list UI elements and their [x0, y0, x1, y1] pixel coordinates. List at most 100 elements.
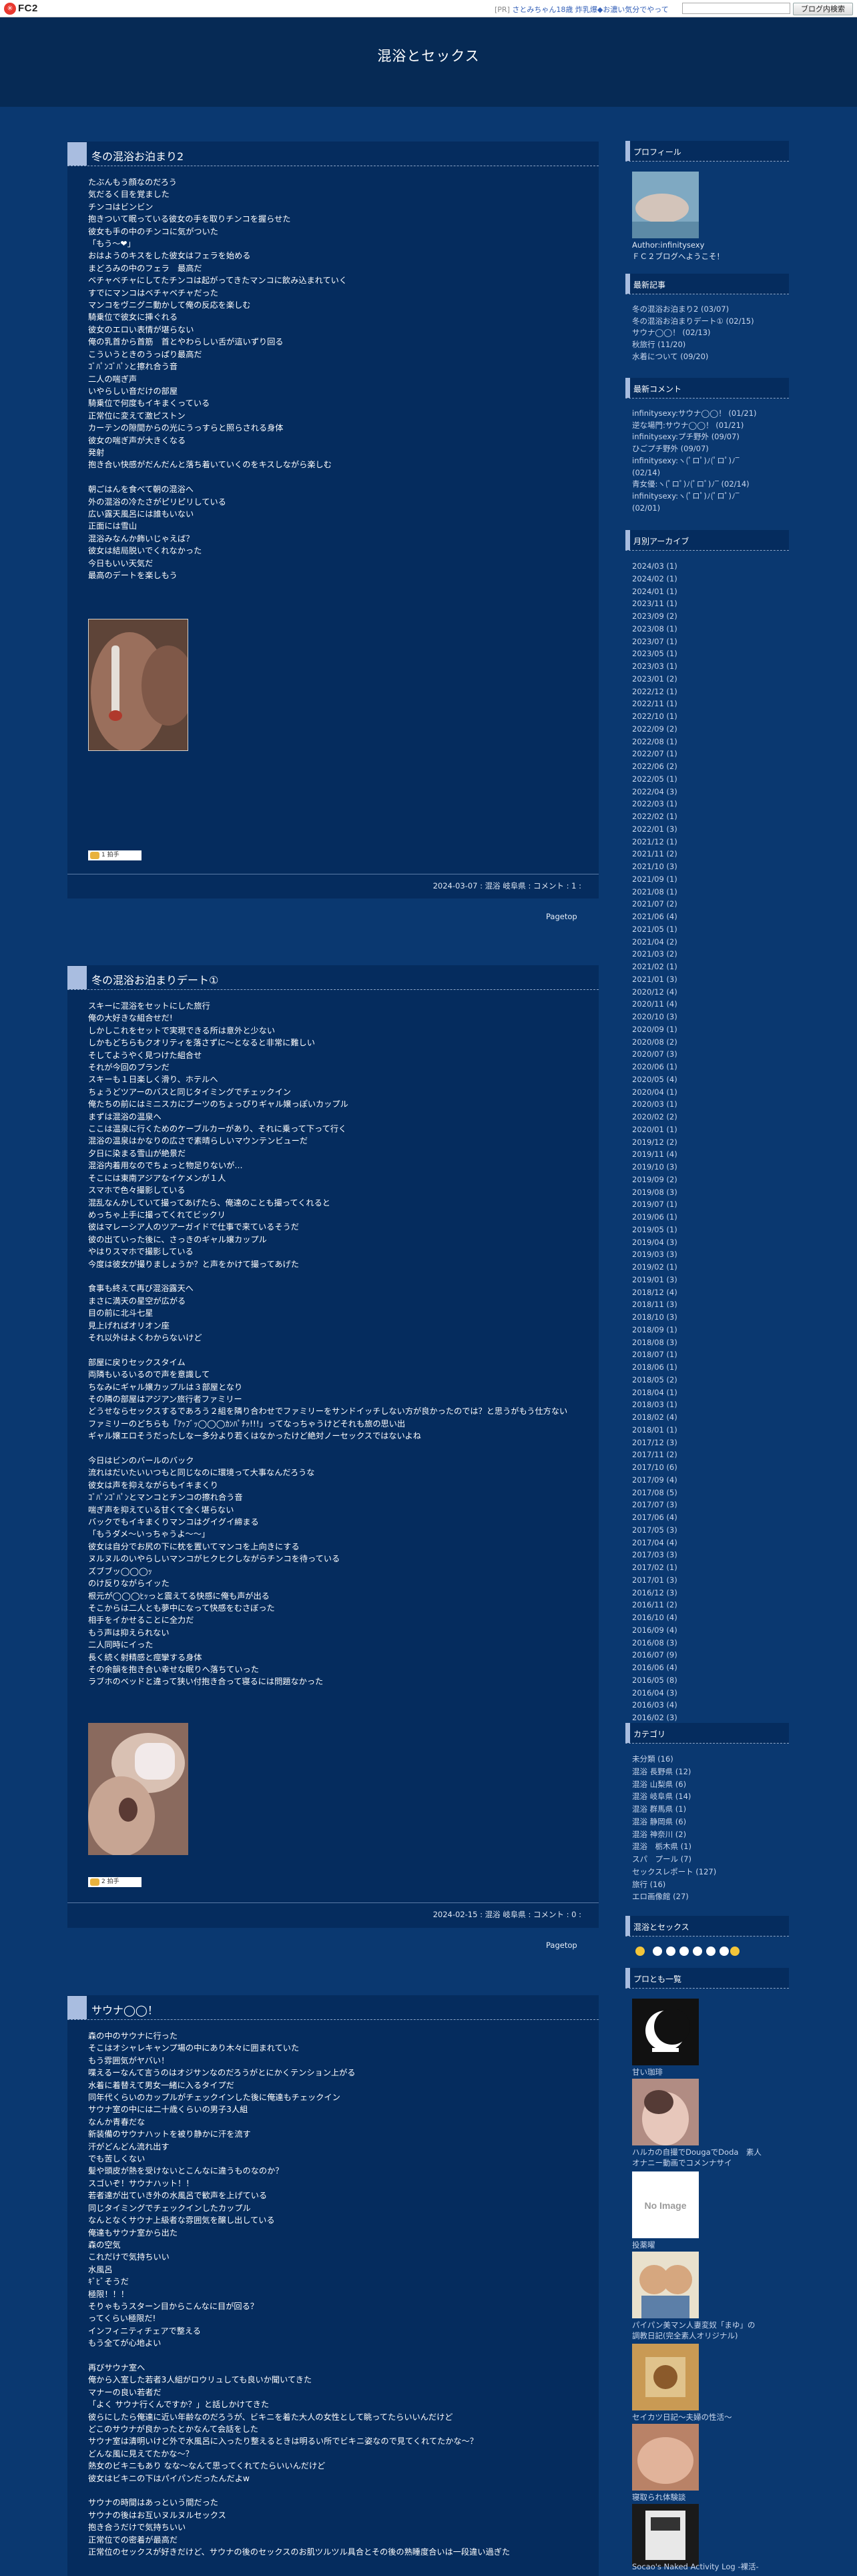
archive-month-link[interactable]: 2016/12 (3) — [632, 1587, 677, 1599]
entry-photo[interactable] — [88, 1723, 188, 1855]
archive-month-link[interactable]: 2022/12 (1) — [632, 686, 677, 698]
pagetop-link[interactable]: Pagetop — [546, 912, 577, 921]
archive-month-link[interactable]: 2016/05 (8) — [632, 1674, 677, 1687]
archive-month-link[interactable]: 2022/08 (1) — [632, 736, 677, 748]
category-link[interactable]: 混浴 岐阜県 (14) — [632, 1790, 716, 1803]
archive-month-link[interactable]: 2024/01 (1) — [632, 585, 677, 598]
recent-post-link[interactable]: 冬の混浴お泊まりデート① (02/15) — [632, 316, 754, 328]
entry-title[interactable]: 冬の混浴お泊まりデート① — [91, 971, 218, 987]
archive-month-link[interactable]: 2018/09 (1) — [632, 1324, 677, 1336]
archive-month-link[interactable]: 2018/07 (1) — [632, 1348, 677, 1361]
recent-post-link[interactable]: 水着について (09/20) — [632, 351, 754, 363]
archive-month-link[interactable]: 2022/01 (3) — [632, 823, 677, 836]
entry-title[interactable]: 冬の混浴お泊まり2 — [91, 148, 184, 164]
archive-month-link[interactable]: 2023/08 (1) — [632, 623, 677, 635]
fc2-logo[interactable]: ✳ FC2 — [4, 2, 38, 15]
recent-comment-link[interactable]: infinitysexy:ヽ(ﾟロﾟ)ﾉ(ﾟロﾟ)ﾉ‾ — [632, 491, 757, 503]
archive-month-link[interactable]: 2020/02 (2) — [632, 1111, 677, 1123]
archive-month-link[interactable]: 2016/06 (4) — [632, 1661, 677, 1674]
archive-month-link[interactable]: 2016/10 (4) — [632, 1611, 677, 1624]
archive-month-link[interactable]: 2021/11 (2) — [632, 848, 677, 860]
archive-month-link[interactable]: 2020/06 (1) — [632, 1061, 677, 1073]
recent-post-link[interactable]: 冬の混浴お泊まり2 (03/07) — [632, 304, 754, 316]
category-link[interactable]: スパ プール (7) — [632, 1853, 716, 1866]
archive-month-link[interactable]: 2023/03 (1) — [632, 660, 677, 673]
archive-month-link[interactable]: 2018/05 (2) — [632, 1374, 677, 1386]
fc2-pr-link[interactable]: [PR] さとみちゃん18歳 炸乳爆◆お濃い気分でやって — [495, 4, 669, 15]
archive-month-link[interactable]: 2022/03 (1) — [632, 798, 677, 810]
archive-month-link[interactable]: 2017/07 (3) — [632, 1499, 677, 1511]
archive-month-link[interactable]: 2018/11 (3) — [632, 1298, 677, 1311]
archive-month-link[interactable]: 2017/10 (6) — [632, 1461, 677, 1474]
category-link[interactable]: エロ画像館 (27) — [632, 1890, 716, 1903]
category-link[interactable]: 旅行 (16) — [632, 1878, 716, 1891]
archive-month-link[interactable]: 2023/01 (2) — [632, 673, 677, 686]
archive-month-link[interactable]: 2022/10 (1) — [632, 710, 677, 723]
blog-title[interactable]: 混浴とセックス — [0, 45, 857, 65]
friend-name-link[interactable]: 寝取られ体験談 — [632, 2492, 686, 2503]
recent-comment-link[interactable]: infinitysexy:ヽ(ﾟロﾟ)ﾉ(ﾟロﾟ)ﾉ‾ — [632, 455, 757, 467]
archive-month-link[interactable]: 2019/11 (4) — [632, 1148, 677, 1161]
recent-comment-link[interactable]: 青女優:ヽ(ﾟロﾟ)ﾉ(ﾟロﾟ)ﾉ‾ (02/14) — [632, 479, 757, 491]
archive-month-link[interactable]: 2019/01 (3) — [632, 1274, 677, 1286]
archive-month-link[interactable]: 2024/03 (1) — [632, 560, 677, 573]
archive-month-link[interactable]: 2017/01 (3) — [632, 1574, 677, 1587]
archive-month-link[interactable]: 2017/04 (4) — [632, 1537, 677, 1549]
archive-month-link[interactable]: 2020/05 (4) — [632, 1073, 677, 1086]
archive-month-link[interactable]: 2022/11 (1) — [632, 698, 677, 710]
archive-month-link[interactable]: 2023/05 (1) — [632, 648, 677, 660]
archive-month-link[interactable]: 2016/09 (4) — [632, 1624, 677, 1637]
category-link[interactable]: 未分類 (16) — [632, 1753, 716, 1766]
archive-month-link[interactable]: 2021/06 (4) — [632, 911, 677, 923]
friend-name-link[interactable]: パイパン美マン人妻変奴「まゆ」の — [632, 2320, 755, 2330]
archive-month-link[interactable]: 2022/02 (1) — [632, 810, 677, 823]
archive-month-link[interactable]: 2019/03 (3) — [632, 1248, 677, 1261]
friend-name-link[interactable]: Socao's Naked Activity Log -裸活- — [632, 2561, 759, 2572]
archive-month-link[interactable]: 2019/06 (1) — [632, 1211, 677, 1224]
archive-month-link[interactable]: 2018/12 (4) — [632, 1286, 677, 1299]
friend-avatar[interactable] — [632, 2424, 699, 2491]
category-link[interactable]: 混浴 栃木県 (1) — [632, 1840, 716, 1853]
blog-search-input[interactable] — [682, 3, 790, 14]
friend-name-link[interactable]: オナニー動画でコメンナサイ — [632, 2157, 732, 2168]
friend-name-link[interactable]: 甘い珈琲 — [632, 2067, 663, 2077]
archive-month-link[interactable]: 2018/10 (3) — [632, 1311, 677, 1324]
archive-month-link[interactable]: 2017/11 (2) — [632, 1449, 677, 1461]
archive-month-link[interactable]: 2020/09 (1) — [632, 1023, 677, 1036]
category-link[interactable]: 混浴 長野県 (12) — [632, 1766, 716, 1778]
archive-month-link[interactable]: 2017/03 (3) — [632, 1549, 677, 1561]
recent-comment-link[interactable]: 逆な場門:サウナ◯◯！ (01/21) — [632, 420, 757, 432]
archive-month-link[interactable]: 2017/09 (4) — [632, 1474, 677, 1487]
friend-name-link[interactable]: 投薬曜 — [632, 2240, 655, 2250]
archive-month-link[interactable]: 2023/11 (1) — [632, 597, 677, 610]
archive-month-link[interactable]: 2018/08 (3) — [632, 1336, 677, 1349]
archive-month-link[interactable]: 2021/01 (3) — [632, 973, 677, 986]
recent-comment-link[interactable]: infinitysexy:プチ野外 (09/07) — [632, 431, 757, 443]
archive-month-link[interactable]: 2020/01 (1) — [632, 1123, 677, 1136]
archive-month-link[interactable]: 2019/04 (3) — [632, 1236, 677, 1249]
pagetop-link[interactable]: Pagetop — [546, 1941, 577, 1950]
archive-month-link[interactable]: 2019/07 (1) — [632, 1198, 677, 1211]
entry-photo[interactable] — [88, 619, 188, 751]
recent-comment-link[interactable]: ひごプチ野外 (09/07) — [632, 443, 757, 455]
archive-month-link[interactable]: 2019/09 (2) — [632, 1174, 677, 1186]
entry-title[interactable]: サウナ◯◯！ — [91, 2001, 158, 2017]
archive-month-link[interactable]: 2020/08 (2) — [632, 1036, 677, 1049]
friend-name-link[interactable]: 調教日記(完全素人オリジナル) — [632, 2330, 738, 2341]
archive-month-link[interactable]: 2016/02 (3) — [632, 1712, 677, 1724]
recent-post-link[interactable]: 秋旅行 (11/20) — [632, 339, 754, 351]
archive-month-link[interactable]: 2021/02 (1) — [632, 961, 677, 973]
archive-month-link[interactable]: 2022/04 (3) — [632, 786, 677, 798]
archive-month-link[interactable]: 2019/08 (3) — [632, 1186, 677, 1199]
archive-month-link[interactable]: 2019/10 (3) — [632, 1161, 677, 1174]
category-link[interactable]: 混浴 群馬県 (1) — [632, 1803, 716, 1816]
archive-month-link[interactable]: 2017/05 (3) — [632, 1524, 677, 1537]
archive-month-link[interactable]: 2020/03 (1) — [632, 1098, 677, 1111]
entry-meta[interactable]: 2024-02-15 : 混浴 岐阜県 : コメント : 0 : — [433, 1909, 581, 1920]
archive-month-link[interactable]: 2024/02 (1) — [632, 573, 677, 585]
archive-month-link[interactable]: 2020/07 (3) — [632, 1048, 677, 1061]
link-banner-image[interactable] — [633, 1945, 740, 1957]
archive-month-link[interactable]: 2017/06 (4) — [632, 1511, 677, 1524]
archive-month-link[interactable]: 2020/04 (1) — [632, 1086, 677, 1099]
archive-month-link[interactable]: 2020/11 (4) — [632, 998, 677, 1011]
